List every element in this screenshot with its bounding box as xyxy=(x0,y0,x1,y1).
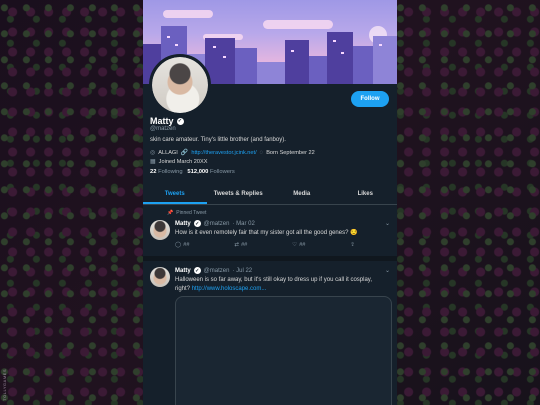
verified-icon: ✓ xyxy=(193,220,201,227)
tweet-author-handle: @matzen xyxy=(203,267,230,274)
verified-icon: ✓ xyxy=(193,267,201,274)
location-icon: ◎ xyxy=(150,150,156,156)
like-icon: ♡ xyxy=(292,242,298,248)
link-icon: 🔗 xyxy=(180,150,189,156)
follow-button[interactable]: Follow xyxy=(351,91,389,107)
tab-media[interactable]: Media xyxy=(270,186,334,204)
followers-link[interactable]: 512,000 Followers xyxy=(187,169,234,175)
following-link[interactable]: 22 Following xyxy=(150,169,183,175)
calendar-icon: ▦ xyxy=(150,159,156,165)
tweet-header: Matty ✓ @matzen · Jul 22 xyxy=(175,267,252,274)
tweet-avatar[interactable] xyxy=(150,220,170,240)
tweet-actions: ◯ ## ⇄ ## ♡ ## ⇪ xyxy=(175,242,355,248)
tweet-media-card[interactable] xyxy=(175,296,392,405)
tweet-header: Matty ✓ @matzen · Mar 02 xyxy=(175,220,255,227)
verified-icon: ✓ xyxy=(176,117,184,125)
tab-tweets[interactable]: Tweets xyxy=(143,186,207,204)
profile-panel: Follow Matty ✓ @matzen skin care amateur… xyxy=(143,0,397,405)
tweet-author-name[interactable]: Matty xyxy=(175,268,191,274)
profile-url[interactable]: http://theravestor.jcink.net/ xyxy=(191,150,256,156)
profile-location: ALLAGI xyxy=(158,149,178,156)
pinned-label-row: 📌 Pinned Tweet xyxy=(167,210,206,216)
retweet-icon: ⇄ xyxy=(234,242,240,248)
share-button[interactable]: ⇪ xyxy=(350,242,355,248)
chevron-down-icon[interactable]: ⌄ xyxy=(385,220,390,227)
tweet-author-handle: @matzen xyxy=(203,220,230,227)
tweet-link[interactable]: http://www.holoscape.com... xyxy=(192,286,267,292)
tab-tweets-replies[interactable]: Tweets & Replies xyxy=(207,186,271,204)
profile-bio: skin care amateur. Tiny's little brother… xyxy=(150,137,286,143)
profile-joined: Joined March 20XX xyxy=(158,158,208,165)
tweet-text: Halloween is so far away, but it's still… xyxy=(175,277,373,292)
profile-joined-row: ▦ Joined March 20XX xyxy=(150,158,208,166)
profile-stats: 22 Following 512,000 Followers xyxy=(150,169,235,175)
tweet-date: · Mar 02 xyxy=(232,220,255,227)
profile-tabs: Tweets Tweets & Replies Media Likes xyxy=(143,186,397,205)
profile-handle: @matzen xyxy=(150,126,176,132)
tweet-item[interactable]: 📌 Pinned Tweet Matty ✓ @matzen · Mar 02 … xyxy=(143,206,397,257)
profile-avatar[interactable] xyxy=(149,54,211,116)
pinned-label: Pinned Tweet xyxy=(176,210,207,216)
retweet-button[interactable]: ⇄ ## xyxy=(234,242,247,248)
profile-birthday: Born September 22 xyxy=(266,149,315,156)
tweet-text: How is it even remotely fair that my sis… xyxy=(175,230,358,236)
tweet-author-name[interactable]: Matty xyxy=(175,221,191,227)
reply-icon: ◯ xyxy=(175,242,182,248)
tab-likes[interactable]: Likes xyxy=(334,186,398,204)
chevron-down-icon[interactable]: ⌄ xyxy=(385,267,390,274)
reply-button[interactable]: ◯ ## xyxy=(175,242,190,248)
profile-name-row: Matty ✓ xyxy=(150,116,184,126)
tweet-date: · Jul 22 xyxy=(232,267,253,274)
like-button[interactable]: ♡ ## xyxy=(292,242,305,248)
profile-name: Matty xyxy=(150,116,174,126)
watermark: TOLLYGAMES xyxy=(2,369,7,401)
tweet-avatar[interactable] xyxy=(150,267,170,287)
profile-meta-row: ◎ ALLAGI 🔗 http://theravestor.jcink.net/… xyxy=(150,149,315,157)
share-icon: ⇪ xyxy=(350,242,355,248)
pin-icon: 📌 xyxy=(167,210,174,216)
birthday-icon: ◌ xyxy=(259,149,264,156)
